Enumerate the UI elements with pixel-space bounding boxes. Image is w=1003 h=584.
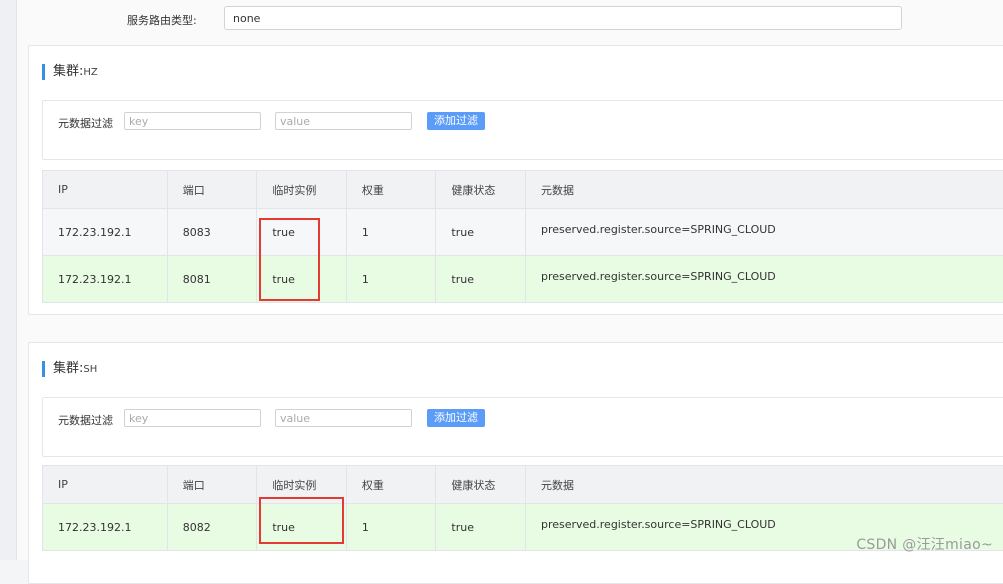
cell-metadata: preserved.register.source=SPRING_CLOUD bbox=[525, 209, 1003, 256]
table-header-row: IP 端口 临时实例 权重 健康状态 元数据 bbox=[43, 466, 1003, 504]
cell-port: 8083 bbox=[167, 209, 257, 256]
table-header-row: IP 端口 临时实例 权重 健康状态 元数据 bbox=[43, 171, 1003, 209]
filter-key-input[interactable] bbox=[124, 112, 261, 130]
cell-port: 8081 bbox=[167, 256, 257, 303]
cell-ip: 172.23.192.1 bbox=[43, 256, 168, 303]
cluster-title-prefix: 集群: bbox=[53, 361, 83, 376]
cluster-title: 集群:HZ bbox=[42, 64, 98, 80]
watermark-text: CSDN @汪汪miao~ bbox=[856, 534, 993, 554]
cell-weight: 1 bbox=[346, 256, 435, 303]
cell-ephemeral: true bbox=[257, 256, 347, 303]
metadata-filter-panel: 元数据过滤 添加过滤 bbox=[42, 397, 1003, 457]
sidebar-edge bbox=[0, 0, 17, 560]
cluster-card-hz: 集群:HZ 元数据过滤 添加过滤 IP 端口 临时实例 权重 健康状态 元数据 … bbox=[28, 45, 1003, 315]
cell-ephemeral: true bbox=[257, 209, 347, 256]
cluster-title-prefix: 集群: bbox=[53, 64, 83, 79]
cell-health: true bbox=[436, 209, 526, 256]
column-header-ip: IP bbox=[43, 171, 168, 209]
column-header-ephemeral: 临时实例 bbox=[257, 466, 347, 504]
column-header-port: 端口 bbox=[167, 171, 257, 209]
cluster-name: HZ bbox=[83, 67, 97, 78]
column-header-health: 健康状态 bbox=[436, 171, 526, 209]
metadata-filter-label: 元数据过滤 bbox=[58, 412, 113, 428]
add-filter-button[interactable]: 添加过滤 bbox=[427, 112, 485, 130]
column-header-port: 端口 bbox=[167, 466, 257, 504]
cell-weight: 1 bbox=[346, 209, 435, 256]
column-header-weight: 权重 bbox=[346, 466, 435, 504]
instance-table: IP 端口 临时实例 权重 健康状态 元数据 172.23.192.1 8083… bbox=[42, 170, 1003, 303]
route-type-row: 服务路由类型: bbox=[17, 0, 1003, 40]
column-header-ephemeral: 临时实例 bbox=[257, 171, 347, 209]
cell-port: 8082 bbox=[167, 504, 257, 551]
column-header-weight: 权重 bbox=[346, 171, 435, 209]
cell-ip: 172.23.192.1 bbox=[43, 504, 168, 551]
metadata-filter-panel: 元数据过滤 添加过滤 bbox=[42, 100, 1003, 160]
column-header-metadata: 元数据 bbox=[525, 171, 1003, 209]
cell-ephemeral: true bbox=[257, 504, 347, 551]
column-header-ip: IP bbox=[43, 466, 168, 504]
column-header-health: 健康状态 bbox=[436, 466, 526, 504]
route-type-label: 服务路由类型: bbox=[127, 12, 197, 28]
table-row: 172.23.192.1 8081 true 1 true preserved.… bbox=[43, 256, 1003, 303]
add-filter-button[interactable]: 添加过滤 bbox=[427, 409, 485, 427]
cluster-title: 集群:SH bbox=[42, 361, 97, 377]
cell-health: true bbox=[436, 256, 526, 303]
cluster-name: SH bbox=[83, 364, 97, 375]
cell-ip: 172.23.192.1 bbox=[43, 209, 168, 256]
cell-weight: 1 bbox=[346, 504, 435, 551]
table-row: 172.23.192.1 8083 true 1 true preserved.… bbox=[43, 209, 1003, 256]
column-header-metadata: 元数据 bbox=[525, 466, 1003, 504]
route-type-input[interactable] bbox=[224, 6, 902, 30]
cell-metadata: preserved.register.source=SPRING_CLOUD bbox=[525, 256, 1003, 303]
filter-value-input[interactable] bbox=[275, 112, 412, 130]
cell-health: true bbox=[436, 504, 526, 551]
filter-key-input[interactable] bbox=[124, 409, 261, 427]
filter-value-input[interactable] bbox=[275, 409, 412, 427]
metadata-filter-label: 元数据过滤 bbox=[58, 115, 113, 131]
